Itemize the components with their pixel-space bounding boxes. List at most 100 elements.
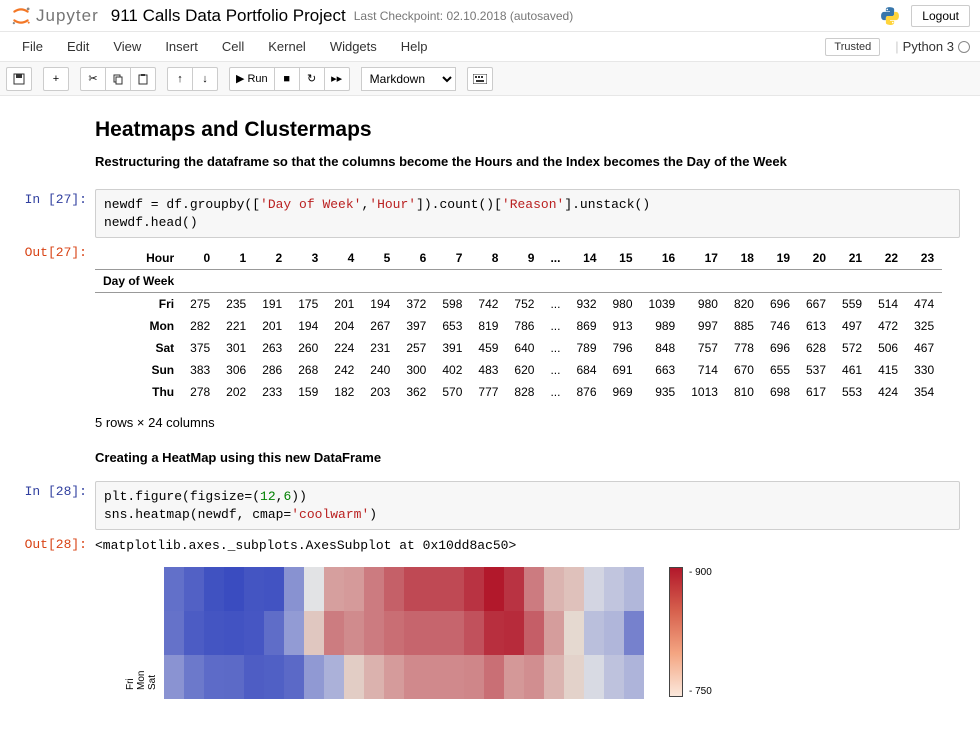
command-palette-button[interactable] <box>467 67 493 91</box>
heatmap-cell <box>524 655 544 699</box>
code-input[interactable]: plt.figure(figsize=(12,6)) sns.heatmap(n… <box>95 481 960 530</box>
heatmap-grid <box>164 567 644 699</box>
table-row: Fri275235191175201194372598742752...9329… <box>95 293 942 316</box>
markdown-cell[interactable]: Heatmaps and Clustermaps Restructuring t… <box>0 106 980 187</box>
heatmap-cell <box>444 655 464 699</box>
checkpoint-text: Last Checkpoint: 02.10.2018 (autosaved) <box>354 9 573 23</box>
save-icon <box>13 73 25 85</box>
heatmap-cell <box>304 611 324 655</box>
heatmap-cell <box>544 567 564 611</box>
heatmap-cell <box>284 655 304 699</box>
heatmap-cell <box>464 567 484 611</box>
interrupt-button[interactable]: ■ <box>274 67 300 91</box>
heatmap-cell <box>164 655 184 699</box>
heatmap-cell <box>344 611 364 655</box>
plus-icon: + <box>53 73 59 85</box>
heatmap-cell <box>344 567 364 611</box>
paste-icon <box>137 73 149 85</box>
heatmap-cell <box>204 611 224 655</box>
heatmap-cell <box>444 567 464 611</box>
heatmap-cell <box>604 655 624 699</box>
jupyter-logo[interactable]: Jupyter <box>10 5 99 27</box>
menu-insert[interactable]: Insert <box>153 33 210 60</box>
heatmap-cell <box>364 567 384 611</box>
cut-button[interactable]: ✂ <box>80 67 106 91</box>
heatmap-cell <box>504 655 524 699</box>
heatmap-cell <box>444 611 464 655</box>
heatmap-cell <box>164 567 184 611</box>
table-shape-note: 5 rows × 24 columns <box>95 413 960 444</box>
colorbar-ticks: 900750 <box>689 567 712 697</box>
code-input[interactable]: newdf = df.groupby(['Day of Week','Hour'… <box>95 189 960 238</box>
restart-run-all-button[interactable]: ▸▸ <box>324 67 350 91</box>
input-prompt: In [27]: <box>0 189 95 238</box>
heatmap-cell <box>184 611 204 655</box>
code-cell-27[interactable]: In [27]: newdf = df.groupby(['Day of Wee… <box>0 187 980 240</box>
heatmap-cell <box>524 567 544 611</box>
heatmap-cell <box>624 655 644 699</box>
heatmap-cell <box>224 655 244 699</box>
trusted-badge[interactable]: Trusted <box>825 38 880 56</box>
restart-button[interactable]: ↻ <box>299 67 325 91</box>
kernel-indicator-icon <box>958 41 970 53</box>
menu-edit[interactable]: Edit <box>55 33 101 60</box>
output-prompt: Out[27]: <box>0 242 95 477</box>
output-cell-27: Out[27]: Hour0123456789...14151617181920… <box>0 240 980 479</box>
cut-icon: ✂ <box>88 72 97 85</box>
menu-cell[interactable]: Cell <box>210 33 256 60</box>
heatmap-cell <box>204 655 224 699</box>
notebook-header: Jupyter 911 Calls Data Portfolio Project… <box>0 0 980 32</box>
heatmap-cell <box>584 655 604 699</box>
cell-type-select[interactable]: Markdown <box>361 67 456 91</box>
kernel-name[interactable]: Python 3 <box>903 39 954 54</box>
keyboard-icon <box>473 74 487 84</box>
heatmap-cell <box>384 611 404 655</box>
menu-view[interactable]: View <box>101 33 153 60</box>
heatmap-cell <box>384 655 404 699</box>
heatmap-cell <box>204 567 224 611</box>
heatmap-cell <box>504 567 524 611</box>
add-cell-button[interactable]: + <box>43 67 69 91</box>
heatmap-cell <box>544 655 564 699</box>
heatmap-cell <box>344 655 364 699</box>
heading-heatmaps: Heatmaps and Clustermaps <box>95 118 960 142</box>
logout-button[interactable]: Logout <box>911 5 970 27</box>
copy-button[interactable] <box>105 67 131 91</box>
heatmap-cell <box>364 611 384 655</box>
heatmap-cell <box>584 611 604 655</box>
menu-kernel[interactable]: Kernel <box>256 33 318 60</box>
toolbar: + ✂ ↑ ↓ ▶Run ■ ↻ ▸▸ Markdown <box>0 62 980 96</box>
heatmap-cell <box>404 611 424 655</box>
move-down-button[interactable]: ↓ <box>192 67 218 91</box>
heatmap-cell <box>604 611 624 655</box>
heatmap-cell <box>464 611 484 655</box>
notebook-title[interactable]: 911 Calls Data Portfolio Project <box>111 6 346 26</box>
arrow-up-icon: ↑ <box>177 73 183 85</box>
heatmap-cell <box>304 655 324 699</box>
heatmap-cell <box>484 655 504 699</box>
heatmap-cell <box>224 567 244 611</box>
python-icon <box>879 5 901 27</box>
code-cell-28[interactable]: In [28]: plt.figure(figsize=(12,6)) sns.… <box>0 479 980 532</box>
heatmap-cell <box>404 567 424 611</box>
heatmap-cell <box>244 567 264 611</box>
save-button[interactable] <box>6 67 32 91</box>
menu-help[interactable]: Help <box>389 33 440 60</box>
heatmap-cell <box>424 655 444 699</box>
move-up-button[interactable]: ↑ <box>167 67 193 91</box>
heatmap-cell <box>264 655 284 699</box>
paste-button[interactable] <box>130 67 156 91</box>
run-button[interactable]: ▶Run <box>229 67 275 91</box>
menu-widgets[interactable]: Widgets <box>318 33 389 60</box>
heatmap-cell <box>264 611 284 655</box>
heatmap-cell <box>624 611 644 655</box>
heatmap-cell <box>244 611 264 655</box>
copy-icon <box>112 73 124 85</box>
output-prompt: Out[28]: <box>0 534 95 699</box>
heatmap-cell <box>184 655 204 699</box>
heatmap-cell <box>164 611 184 655</box>
heatmap-cell <box>284 567 304 611</box>
heatmap-cell <box>504 611 524 655</box>
menu-file[interactable]: File <box>10 33 55 60</box>
heatmap-cell <box>624 567 644 611</box>
